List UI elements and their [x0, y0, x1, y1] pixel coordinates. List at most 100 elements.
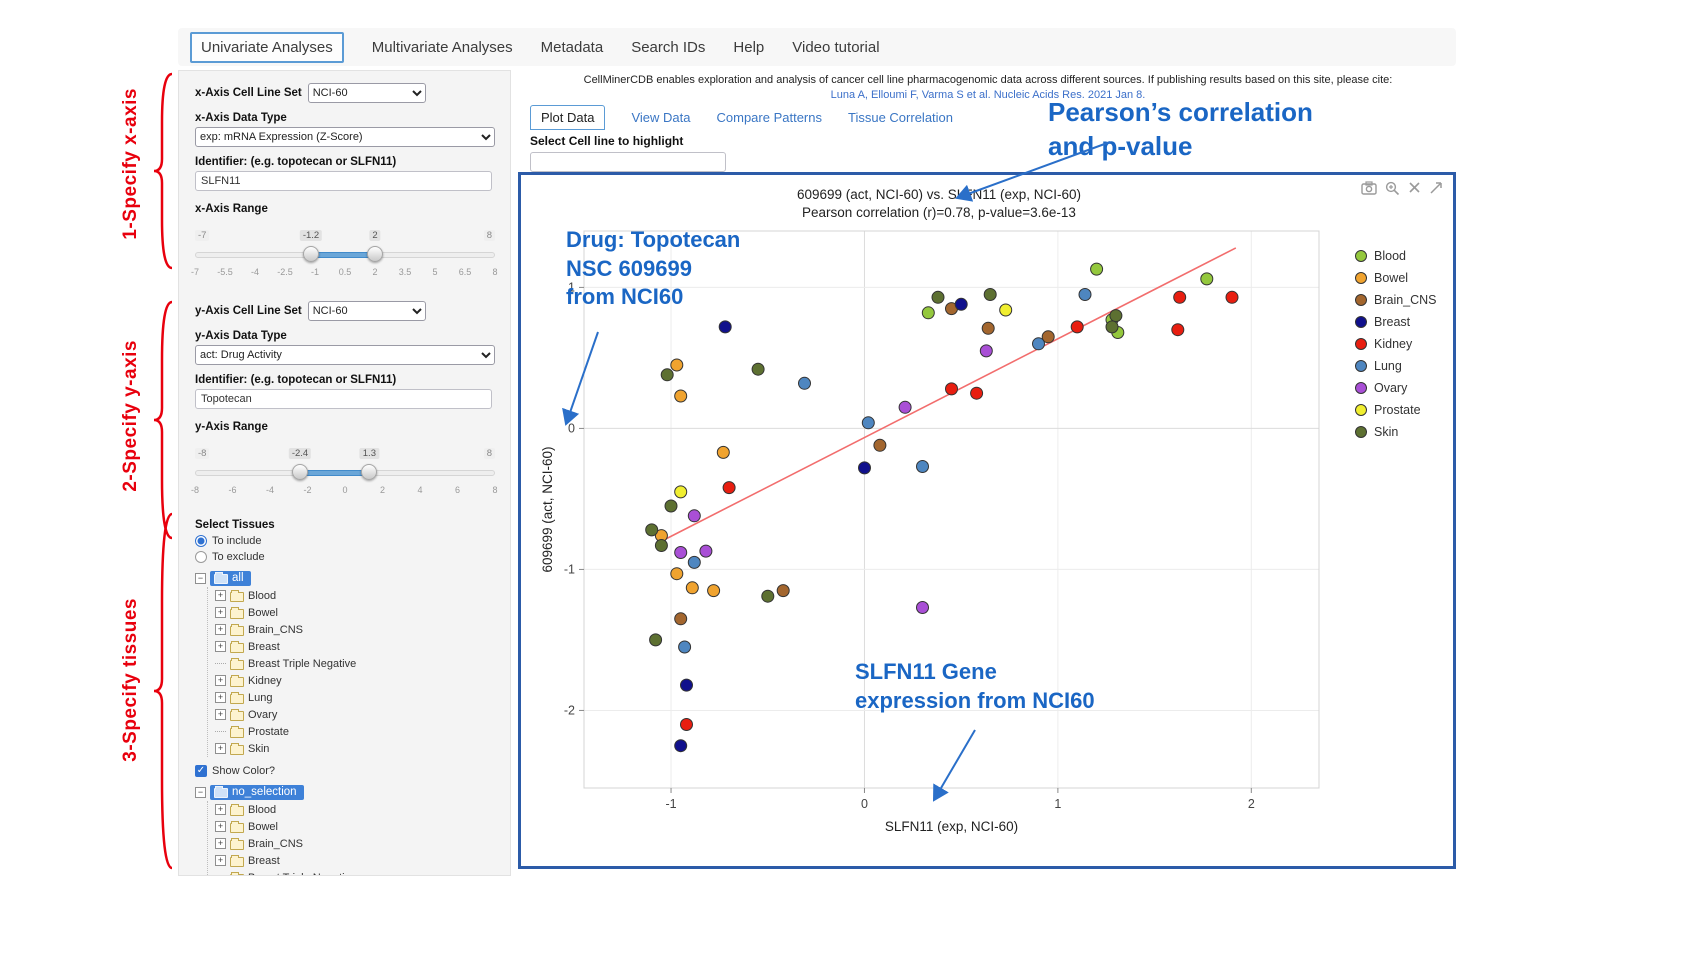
- nav-tab-video-tutorial[interactable]: Video tutorial: [792, 39, 879, 56]
- expand-icon[interactable]: +: [215, 709, 226, 720]
- data-point[interactable]: [982, 322, 994, 334]
- tree-item-blood[interactable]: +Blood: [215, 587, 494, 604]
- tree-item-bowel[interactable]: +Bowel: [215, 818, 494, 835]
- data-point[interactable]: [1071, 321, 1083, 333]
- highlight-cell-line-input[interactable]: [530, 152, 726, 172]
- data-point[interactable]: [922, 307, 934, 319]
- data-point[interactable]: [675, 486, 687, 498]
- data-point[interactable]: [1033, 338, 1045, 350]
- tab-view-data[interactable]: View Data: [631, 110, 690, 125]
- data-point[interactable]: [932, 291, 944, 303]
- tree-root-no_selection[interactable]: −no_selection: [195, 785, 494, 800]
- tab-plot-data[interactable]: Plot Data: [530, 105, 605, 130]
- data-point[interactable]: [1079, 289, 1091, 301]
- y-axis-data-type-select[interactable]: act: Drug Activity: [195, 345, 495, 365]
- data-point[interactable]: [971, 387, 983, 399]
- data-point[interactable]: [675, 390, 687, 402]
- expand-icon[interactable]: +: [215, 590, 226, 601]
- collapse-icon[interactable]: −: [195, 573, 206, 584]
- data-point[interactable]: [700, 545, 712, 557]
- expand-icon[interactable]: +: [215, 607, 226, 618]
- expand-icon[interactable]: +: [215, 804, 226, 815]
- data-point[interactable]: [955, 298, 967, 310]
- data-point[interactable]: [688, 556, 700, 568]
- data-point[interactable]: [717, 446, 729, 458]
- data-point[interactable]: [688, 510, 700, 522]
- tab-tissue-correlation[interactable]: Tissue Correlation: [848, 110, 953, 125]
- data-point[interactable]: [686, 582, 698, 594]
- data-point[interactable]: [679, 641, 691, 653]
- slider-low-handle[interactable]: [292, 464, 308, 480]
- legend-item-skin[interactable]: Skin: [1355, 421, 1437, 443]
- data-point[interactable]: [1106, 321, 1118, 333]
- data-point[interactable]: [646, 524, 658, 536]
- data-point[interactable]: [655, 540, 667, 552]
- nav-tab-univariate[interactable]: Univariate Analyses: [190, 32, 344, 63]
- tree-item-brain_cns[interactable]: +Brain_CNS: [215, 835, 494, 852]
- data-point[interactable]: [681, 719, 693, 731]
- tree-item-skin[interactable]: +Skin: [215, 740, 494, 757]
- y-axis-range-slider[interactable]: -88-2.41.3-8-6-4-202468: [195, 449, 495, 505]
- collapse-icon[interactable]: −: [195, 787, 206, 798]
- expand-icon[interactable]: +: [215, 855, 226, 866]
- legend-item-lung[interactable]: Lung: [1355, 355, 1437, 377]
- y-axis-identifier-input[interactable]: [195, 389, 492, 409]
- legend-item-brain_cns[interactable]: Brain_CNS: [1355, 289, 1437, 311]
- data-point[interactable]: [671, 568, 683, 580]
- radio-to-exclude-control[interactable]: [195, 551, 207, 563]
- data-point[interactable]: [1110, 310, 1122, 322]
- data-point[interactable]: [862, 417, 874, 429]
- tree-item-breast[interactable]: +Breast: [215, 638, 494, 655]
- data-point[interactable]: [681, 679, 693, 691]
- data-point[interactable]: [1174, 291, 1186, 303]
- legend-item-breast[interactable]: Breast: [1355, 311, 1437, 333]
- data-point[interactable]: [661, 369, 673, 381]
- tree-item-lung[interactable]: +Lung: [215, 689, 494, 706]
- zoom-in-icon[interactable]: [1385, 181, 1400, 196]
- legend-item-ovary[interactable]: Ovary: [1355, 377, 1437, 399]
- expand-icon[interactable]: +: [215, 692, 226, 703]
- data-point[interactable]: [799, 377, 811, 389]
- nav-tab-help[interactable]: Help: [733, 39, 764, 56]
- data-point[interactable]: [752, 363, 764, 375]
- slider-low-handle[interactable]: [303, 246, 319, 262]
- data-point[interactable]: [917, 602, 929, 614]
- nav-tab-metadata[interactable]: Metadata: [541, 39, 604, 56]
- expand-icon[interactable]: +: [215, 675, 226, 686]
- data-point[interactable]: [980, 345, 992, 357]
- nav-tab-search-ids[interactable]: Search IDs: [631, 39, 705, 56]
- data-point[interactable]: [1091, 263, 1103, 275]
- tree-item-bowel[interactable]: +Bowel: [215, 604, 494, 621]
- data-point[interactable]: [777, 585, 789, 597]
- legend-item-blood[interactable]: Blood: [1355, 245, 1437, 267]
- data-point[interactable]: [917, 461, 929, 473]
- tree-item-breast[interactable]: +Breast: [215, 852, 494, 869]
- tree-item-blood[interactable]: +Blood: [215, 801, 494, 818]
- x-axis-identifier-input[interactable]: [195, 171, 492, 191]
- tree-item-ovary[interactable]: +Ovary: [215, 706, 494, 723]
- x-axis-data-type-select[interactable]: exp: mRNA Expression (Z-Score): [195, 127, 495, 147]
- tree-root-all[interactable]: −all: [195, 571, 494, 586]
- data-point[interactable]: [1201, 273, 1213, 285]
- data-point[interactable]: [675, 740, 687, 752]
- scatter-plot[interactable]: -1012-2-101SLFN11 (exp, NCI-60)609699 (a…: [539, 223, 1339, 846]
- tree-item-breast-triple-negative[interactable]: Breast Triple Negative: [215, 869, 494, 876]
- show-color-checkbox[interactable]: ✓: [195, 765, 207, 777]
- data-point[interactable]: [708, 585, 720, 597]
- close-icon[interactable]: [1408, 181, 1421, 194]
- data-point[interactable]: [675, 613, 687, 625]
- data-point[interactable]: [719, 321, 731, 333]
- legend-item-bowel[interactable]: Bowel: [1355, 267, 1437, 289]
- camera-icon[interactable]: [1361, 181, 1377, 195]
- data-point[interactable]: [1172, 324, 1184, 336]
- tab-compare-patterns[interactable]: Compare Patterns: [717, 110, 823, 125]
- pan-icon[interactable]: [1429, 181, 1443, 195]
- radio-to-include[interactable]: To include: [195, 535, 494, 547]
- expand-icon[interactable]: +: [215, 743, 226, 754]
- expand-icon[interactable]: +: [215, 624, 226, 635]
- data-point[interactable]: [874, 439, 886, 451]
- data-point[interactable]: [859, 462, 871, 474]
- expand-icon[interactable]: +: [215, 821, 226, 832]
- data-point[interactable]: [675, 547, 687, 559]
- x-axis-cell-line-set-select[interactable]: NCI-60: [308, 83, 426, 103]
